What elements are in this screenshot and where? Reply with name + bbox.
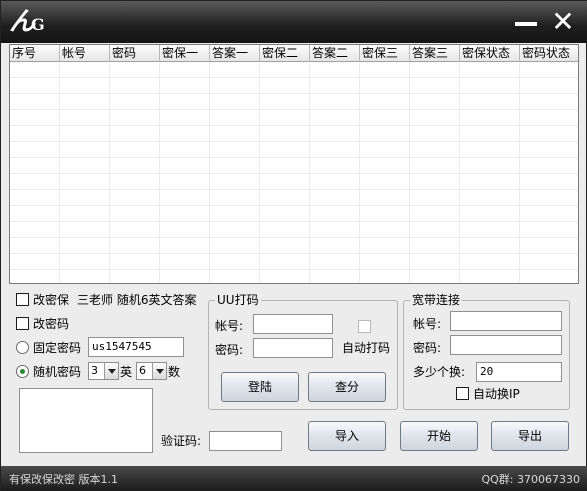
letters-count-select[interactable]: 3: [88, 362, 119, 380]
digits-count-select[interactable]: 6: [136, 362, 167, 380]
uu-auto-label: 自动打码: [342, 341, 391, 355]
table-column-lines: [10, 62, 578, 283]
fixed-password-radio[interactable]: [16, 341, 29, 354]
close-icon[interactable]: ✕: [550, 8, 576, 36]
auto-ip-checkbox[interactable]: [456, 387, 469, 400]
column-header-password-status[interactable]: 密码状态: [520, 45, 578, 62]
status-bar: 有保改保改密 版本1.1 QQ群: 370067330: [1, 466, 587, 491]
status-version-text: 有保改保改密 版本1.1: [9, 473, 118, 486]
accounts-table[interactable]: 序号 帐号 密码 密保一 答案一 密保二 答案二 密保三 答案三 密保状态 密码…: [9, 44, 579, 284]
random-password-label: 随机密码: [33, 365, 82, 379]
chevron-down-icon: [152, 363, 166, 379]
auto-ip-label: 自动换IP: [473, 387, 520, 401]
column-header-answer2[interactable]: 答案二: [310, 45, 360, 62]
broadband-password-input[interactable]: [450, 335, 562, 355]
switch-count-label: 多少个换:: [413, 365, 466, 379]
column-header-answer3[interactable]: 答案三: [410, 45, 460, 62]
uu-account-label: 帐号:: [215, 319, 244, 333]
broadband-account-label: 帐号:: [413, 317, 442, 331]
start-button[interactable]: 开始: [400, 421, 478, 451]
captcha-input[interactable]: [209, 431, 282, 451]
import-button[interactable]: 导入: [308, 421, 386, 451]
column-header-account[interactable]: 帐号: [60, 45, 110, 62]
fixed-password-label: 固定密码: [33, 341, 82, 355]
digits-label: 数: [168, 365, 181, 379]
fixed-password-input[interactable]: us1547545: [88, 337, 184, 357]
column-header-question1[interactable]: 密保一: [160, 45, 210, 62]
login-button[interactable]: 登陆: [221, 372, 299, 402]
minimize-icon[interactable]: [513, 9, 539, 35]
change-security-checkbox[interactable]: [16, 293, 29, 306]
column-header-question2[interactable]: 密保二: [260, 45, 310, 62]
status-qq-group-text: QQ群: 370067330: [481, 473, 580, 486]
column-header-index[interactable]: 序号: [10, 45, 60, 62]
chevron-down-icon: [104, 363, 118, 379]
random-password-radio[interactable]: [16, 365, 29, 378]
broadband-account-input[interactable]: [450, 311, 562, 331]
column-header-password[interactable]: 密码: [110, 45, 160, 62]
uu-auto-checkbox[interactable]: [358, 320, 371, 333]
check-score-button[interactable]: 查分: [308, 372, 386, 402]
uu-password-input[interactable]: [253, 338, 333, 358]
change-password-label: 改密码: [33, 317, 70, 331]
broadband-password-label: 密码:: [413, 341, 442, 355]
captcha-image-box: [19, 388, 153, 453]
export-button[interactable]: 导出: [491, 421, 569, 451]
uu-password-label: 密码:: [215, 343, 244, 357]
letters-label: 英: [120, 365, 133, 379]
column-header-question3[interactable]: 密保三: [360, 45, 410, 62]
app-logo: んG: [9, 7, 45, 37]
uu-group-title: UU打码: [215, 293, 261, 307]
column-header-security-status[interactable]: 密保状态: [460, 45, 520, 62]
switch-count-input[interactable]: 20: [476, 362, 562, 382]
captcha-label: 验证码:: [161, 434, 202, 448]
change-password-checkbox[interactable]: [16, 317, 29, 330]
security-template-label: 三老师 随机6英文答案: [77, 293, 197, 307]
column-header-answer1[interactable]: 答案一: [210, 45, 260, 62]
main-window: んG ✕ 序号 帐号 密码 密保一 答案一 密保二 答案二 密保三 答案三 密保…: [0, 0, 587, 491]
title-bar[interactable]: んG ✕: [1, 1, 587, 43]
table-header: 序号 帐号 密码 密保一 答案一 密保二 答案二 密保三 答案三 密保状态 密码…: [10, 45, 578, 62]
uu-account-input[interactable]: [253, 314, 333, 334]
broadband-group-title: 宽带连接: [410, 293, 463, 307]
change-security-label: 改密保: [33, 293, 70, 307]
